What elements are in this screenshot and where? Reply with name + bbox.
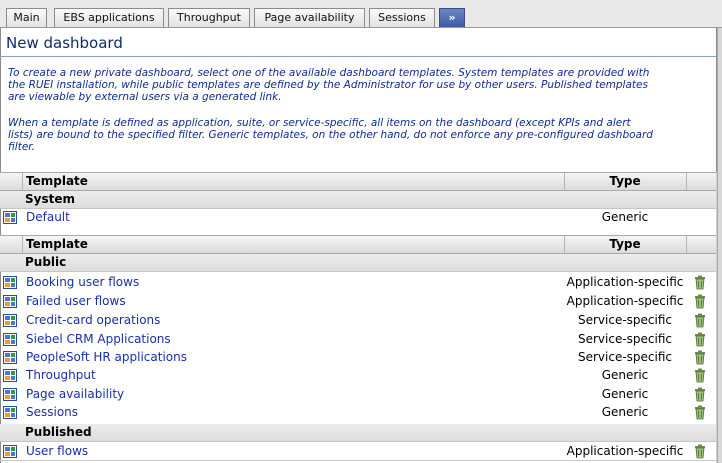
template-row[interactable]: Default Generic <box>0 209 716 227</box>
template-link[interactable]: Sessions <box>26 405 78 419</box>
trash-icon[interactable] <box>693 332 707 347</box>
template-type: Generic <box>601 405 649 419</box>
dashboard-icon[interactable] <box>3 406 17 419</box>
table-header: Template Type <box>0 172 716 191</box>
template-type: Application-specific <box>566 275 684 289</box>
more-tabs-button[interactable]: » <box>439 8 465 27</box>
dashboard-icon[interactable] <box>3 276 17 289</box>
column-divider <box>686 236 687 253</box>
template-row[interactable]: Credit-card operations Service-specific <box>0 312 716 330</box>
trash-icon[interactable] <box>693 350 707 365</box>
template-type: Service-specific <box>577 350 673 364</box>
template-type: Generic <box>601 368 649 382</box>
dashboard-icon[interactable] <box>3 369 17 382</box>
tab-page-availability[interactable]: Page availability <box>254 8 365 27</box>
template-row[interactable]: User flows Application-specific <box>0 443 716 461</box>
tab-ebs-applications[interactable]: EBS applications <box>54 8 164 27</box>
table-edge <box>716 172 717 463</box>
table-header: Template Type <box>0 235 716 254</box>
template-type: Application-specific <box>566 294 684 308</box>
panel-border-right <box>717 28 722 463</box>
trash-icon[interactable] <box>693 387 707 402</box>
template-type: Generic <box>601 210 649 224</box>
page-title: New dashboard <box>6 34 123 52</box>
template-type: Application-specific <box>566 444 684 458</box>
column-divider <box>686 173 687 190</box>
template-type: Service-specific <box>577 332 673 346</box>
dashboard-icon[interactable] <box>3 314 17 327</box>
group-label: Published <box>25 425 92 439</box>
panel-bottom-border <box>0 460 717 461</box>
dashboard-icon[interactable] <box>3 211 17 224</box>
template-link[interactable]: Failed user flows <box>26 294 126 308</box>
note-line: lists) are bound to the specified filter… <box>8 129 653 141</box>
template-link[interactable]: Siebel CRM Applications <box>26 332 171 346</box>
template-row[interactable]: Siebel CRM Applications Service-specific <box>0 331 716 349</box>
trash-icon[interactable] <box>693 405 707 420</box>
group-published: Published <box>0 424 716 442</box>
column-type-header[interactable]: Type <box>565 174 685 188</box>
trash-icon[interactable] <box>693 313 707 328</box>
tab-sessions[interactable]: Sessions <box>369 8 435 27</box>
template-link[interactable]: Credit-card operations <box>26 313 160 327</box>
template-link[interactable]: Throughput <box>26 368 96 382</box>
title-divider <box>0 56 716 57</box>
dashboard-icon[interactable] <box>3 445 17 458</box>
intro-line: To create a new private dashboard, selec… <box>8 67 650 79</box>
column-type-header[interactable]: Type <box>565 237 685 251</box>
dashboard-icon[interactable] <box>3 295 17 308</box>
group-label: Public <box>25 255 67 269</box>
template-link[interactable]: User flows <box>26 444 88 458</box>
header-icon-column <box>0 173 23 190</box>
template-row[interactable]: Page availability Generic <box>0 386 716 404</box>
group-public: Public <box>0 254 716 272</box>
intro-line: the RUEI installation, while public temp… <box>8 79 648 91</box>
column-template-header[interactable]: Template <box>26 237 88 251</box>
intro-line: are viewable by external users via a gen… <box>8 91 282 103</box>
tab-bar: Main EBS applications Throughput Page av… <box>0 0 722 28</box>
tab-main[interactable]: Main <box>6 8 47 27</box>
trash-icon[interactable] <box>693 368 707 383</box>
template-row[interactable]: Throughput Generic <box>0 367 716 385</box>
template-type: Service-specific <box>577 313 673 327</box>
header-icon-column <box>0 236 23 253</box>
tab-throughput[interactable]: Throughput <box>168 8 250 27</box>
column-template-header[interactable]: Template <box>26 174 88 188</box>
template-row[interactable]: Failed user flows Application-specific <box>0 293 716 311</box>
trash-icon[interactable] <box>693 275 707 290</box>
template-row[interactable]: PeopleSoft HR applications Service-speci… <box>0 349 716 367</box>
group-system: System <box>0 191 716 209</box>
template-link[interactable]: Page availability <box>26 387 124 401</box>
note-line: When a template is defined as applicatio… <box>8 117 631 129</box>
intro-text: To create a new private dashboard, selec… <box>8 67 708 103</box>
template-link[interactable]: Default <box>26 210 70 224</box>
dashboard-icon[interactable] <box>3 351 17 364</box>
template-row[interactable]: Booking user flows Application-specific <box>0 274 716 292</box>
template-row[interactable]: Sessions Generic <box>0 404 716 422</box>
note-line: filter. <box>8 141 35 153</box>
trash-icon[interactable] <box>693 294 707 309</box>
template-type: Generic <box>601 387 649 401</box>
trash-icon[interactable] <box>693 444 707 459</box>
dashboard-icon[interactable] <box>3 388 17 401</box>
template-link[interactable]: PeopleSoft HR applications <box>26 350 187 364</box>
filter-note: When a template is defined as applicatio… <box>8 117 708 153</box>
group-label: System <box>25 192 75 206</box>
template-link[interactable]: Booking user flows <box>26 275 139 289</box>
dashboard-icon[interactable] <box>3 333 17 346</box>
